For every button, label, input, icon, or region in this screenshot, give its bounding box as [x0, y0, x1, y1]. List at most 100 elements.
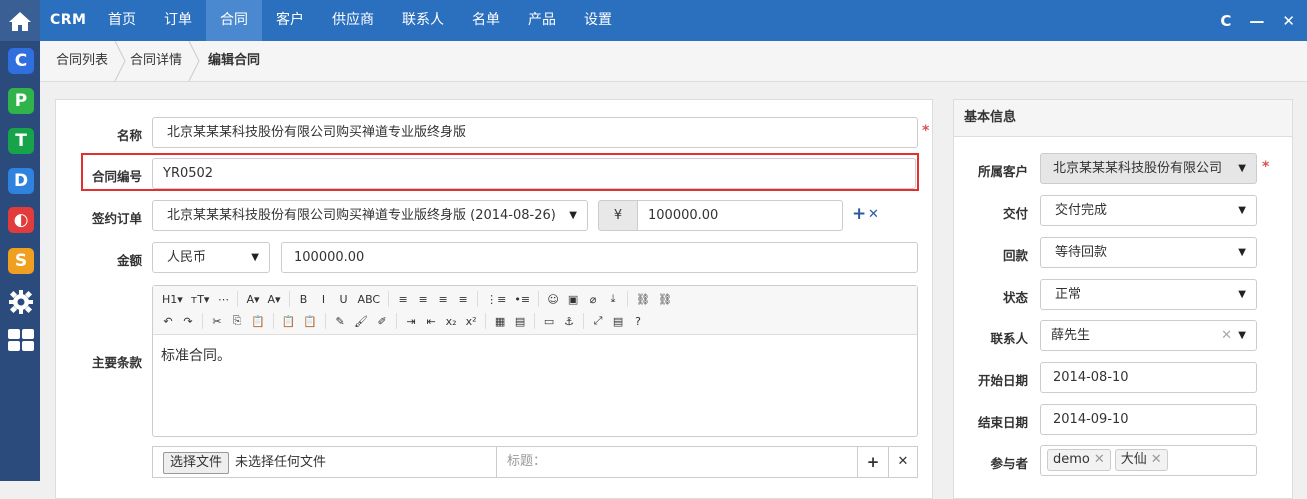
start-date-input[interactable]: 2014-08-10 [1040, 362, 1257, 393]
app-tile-0-icon[interactable]: C [8, 48, 34, 74]
toolbar-row1-btn-1-icon[interactable]: тT▾ [188, 289, 213, 309]
participant-tag: demo ✕ [1047, 449, 1111, 471]
nav-item-4[interactable]: 供应商 [318, 0, 388, 41]
remove-attachment-icon[interactable]: ✕ [888, 447, 918, 477]
toolbar-row1-btn-3-icon[interactable]: A▾ [243, 289, 262, 309]
toolbar-row2-btn-13-icon[interactable]: x² [462, 311, 480, 331]
apps-grid-icon[interactable] [7, 328, 35, 352]
toolbar-row2-btn-1-icon[interactable]: ↷ [179, 311, 197, 331]
refresh-icon[interactable]: C [1220, 12, 1231, 30]
toolbar-row1-btn-15-icon[interactable]: ☺ [544, 289, 562, 309]
status-select[interactable]: 正常 ▼ [1040, 279, 1257, 310]
nav-item-3[interactable]: 客户 [262, 0, 318, 41]
end-date-input[interactable]: 2014-09-10 [1040, 404, 1257, 435]
toolbar-row1-btn-6-icon[interactable]: I [315, 289, 333, 309]
customer-select[interactable]: 北京某某某科技股份有限公司 ▼ [1040, 153, 1257, 184]
editor-content[interactable]: 标准合同。 [153, 335, 917, 375]
toolbar-row2-btn-18-icon[interactable]: ⤢ [589, 311, 607, 331]
gear-icon[interactable] [8, 289, 34, 315]
toolbar-row1-btn-9-icon[interactable]: ≡ [394, 289, 412, 309]
toolbar-row2-btn-9-icon[interactable]: ✐ [373, 311, 391, 331]
add-attachment-icon[interactable]: + [858, 447, 888, 477]
toolbar-row1-btn-11-icon[interactable]: ≡ [434, 289, 452, 309]
toolbar-row2-btn-5-icon[interactable]: 📋 [279, 311, 299, 331]
nav-item-7[interactable]: 产品 [514, 0, 570, 41]
app-tile-2-icon[interactable]: T [8, 128, 34, 154]
payment-select[interactable]: 等待回款 ▼ [1040, 237, 1257, 268]
nav-item-1[interactable]: 订单 [150, 0, 206, 41]
contract-name-input[interactable]: 北京某某某科技股份有限公司购买禅道专业版终身版 [152, 117, 918, 148]
close-icon[interactable]: ✕ [1282, 12, 1295, 30]
nav-item-5[interactable]: 联系人 [388, 0, 458, 41]
payment-select-value: 等待回款 [1055, 245, 1108, 260]
order-select[interactable]: 北京某某某科技股份有限公司购买禅道专业版终身版 (2014-08-26) ▼ [152, 200, 588, 231]
app-brand[interactable]: CRM [50, 12, 87, 28]
attachment-title-input[interactable]: 标题： [507, 447, 546, 477]
toolbar-row1-btn-20-icon[interactable]: ⛓ [655, 289, 675, 309]
toolbar-row1-btn-8-icon[interactable]: ABC [355, 289, 384, 309]
toolbar-row1-btn-18-icon[interactable]: ⤓ [604, 289, 622, 309]
order-amount-input[interactable]: 100000.00 [637, 200, 843, 231]
minimize-icon[interactable]: — [1249, 12, 1264, 30]
toolbar-row2-btn-6-icon[interactable]: 📋 [300, 311, 320, 331]
app-tile-1-icon[interactable]: P [8, 88, 34, 114]
nav-item-2[interactable]: 合同 [206, 0, 262, 41]
toolbar-row1-btn-5-icon[interactable]: B [295, 289, 313, 309]
contract-code-input[interactable]: YR0502 [152, 158, 916, 189]
toolbar-row1-btn-19-icon[interactable]: ⛓ [633, 289, 653, 309]
toolbar-row2-btn-12-icon[interactable]: x₂ [442, 311, 460, 331]
payment-label: 回款 [1002, 248, 1028, 263]
nav-item-6[interactable]: 名单 [458, 0, 514, 41]
clear-icon[interactable]: ✕ [1221, 321, 1232, 350]
end-date-label: 结束日期 [977, 415, 1028, 430]
breadcrumb-current: 编辑合同 [208, 53, 261, 68]
toolbar-row2-btn-10-icon[interactable]: ⇥ [402, 311, 420, 331]
toolbar-row1-btn-13-icon[interactable]: ⋮≡ [483, 289, 509, 309]
breadcrumb-contract-detail[interactable]: 合同详情 [130, 41, 182, 81]
currency-select[interactable]: 人民币 ▼ [152, 242, 270, 273]
toolbar-row1-btn-2-icon[interactable]: ⋯ [214, 289, 232, 309]
toolbar-row2-btn-20-icon[interactable]: ? [629, 311, 647, 331]
toolbar-row2-btn-2-icon[interactable]: ✂ [208, 311, 226, 331]
contact-select[interactable]: 薛先生 ✕ ▼ [1040, 320, 1257, 351]
participants-label: 参与者 [990, 456, 1028, 471]
toolbar-row2-btn-16-icon[interactable]: ▭ [540, 311, 558, 331]
participants-input[interactable]: demo ✕ 大仙 ✕ [1040, 445, 1257, 476]
toolbar-row2-btn-17-icon[interactable]: ⚓ [560, 311, 578, 331]
toolbar-row2-btn-4-icon[interactable]: 📋 [248, 311, 268, 331]
amount-input[interactable]: 100000.00 [281, 242, 918, 273]
home-icon[interactable] [0, 0, 40, 41]
nav-item-8[interactable]: 设置 [570, 0, 626, 41]
toolbar-row2-btn-15-icon[interactable]: ▤ [511, 311, 529, 331]
app-tile-4-icon[interactable]: ◐ [8, 207, 34, 233]
toolbar-row2-btn-8-icon[interactable]: 🖌 [351, 311, 371, 331]
toolbar-row1-btn-0-icon[interactable]: H1▾ [159, 289, 186, 309]
toolbar-row1-btn-17-icon[interactable]: ⌀ [584, 289, 602, 309]
remove-order-icon[interactable]: ✕ [868, 207, 879, 222]
add-order-icon[interactable]: + [852, 204, 866, 224]
toolbar-row2-btn-11-icon[interactable]: ⇤ [422, 311, 440, 331]
toolbar-row1-btn-16-icon[interactable]: ▣ [564, 289, 582, 309]
remove-tag-icon[interactable]: ✕ [1151, 452, 1162, 467]
toolbar-row1-btn-4-icon[interactable]: A▾ [265, 289, 284, 309]
toolbar-row1-btn-14-icon[interactable]: •≡ [511, 289, 533, 309]
toolbar-row2-btn-7-icon[interactable]: ✎ [331, 311, 349, 331]
app-tile-letter: D [13, 171, 29, 191]
toolbar-row2-btn-14-icon[interactable]: ▦ [491, 311, 509, 331]
breadcrumb-contract-list[interactable]: 合同列表 [56, 41, 108, 81]
toolbar-row1-btn-10-icon[interactable]: ≡ [414, 289, 432, 309]
app-tile-3-icon[interactable]: D [8, 168, 34, 194]
delivery-select[interactable]: 交付完成 ▼ [1040, 195, 1257, 226]
toolbar-row1-btn-12-icon[interactable]: ≡ [454, 289, 472, 309]
chevron-down-icon: ▼ [251, 252, 259, 263]
name-label: 名称 [116, 128, 142, 143]
toolbar-row2-btn-3-icon[interactable]: ⎘ [228, 311, 246, 331]
status-label: 状态 [1002, 290, 1028, 305]
toolbar-row2-btn-0-icon[interactable]: ↶ [159, 311, 177, 331]
toolbar-row2-btn-19-icon[interactable]: ▤ [609, 311, 627, 331]
remove-tag-icon[interactable]: ✕ [1094, 452, 1105, 467]
toolbar-row1-btn-7-icon[interactable]: U [335, 289, 353, 309]
choose-file-button[interactable]: 选择文件 [163, 452, 230, 474]
nav-item-0[interactable]: 首页 [94, 0, 150, 41]
app-tile-5-icon[interactable]: S [8, 248, 34, 274]
